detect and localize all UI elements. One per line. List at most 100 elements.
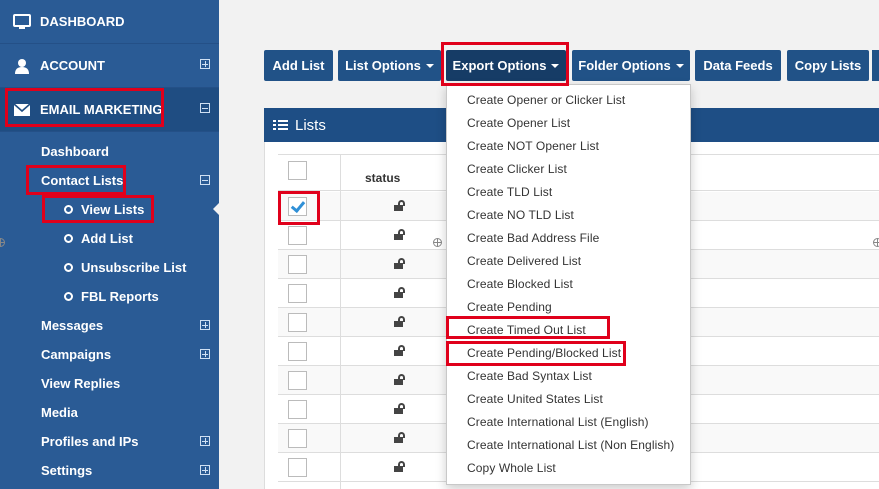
row-checkbox[interactable]: [288, 429, 307, 448]
unlock-icon[interactable]: [394, 461, 406, 472]
expand-icon[interactable]: [200, 349, 210, 359]
menu-item[interactable]: Create Opener or Clicker List: [447, 89, 690, 112]
circle-icon: [64, 292, 73, 301]
menu-item[interactable]: Create Delivered List: [447, 250, 690, 273]
unlock-icon[interactable]: [394, 432, 406, 443]
menu-item[interactable]: Create Bad Syntax List: [447, 365, 690, 388]
nav-add-list[interactable]: Add List: [0, 224, 219, 253]
nav-view-lists[interactable]: View Lists: [0, 195, 219, 224]
sidebar: DASHBOARD ACCOUNT EMAIL MARKETING Dashbo…: [0, 0, 219, 489]
nav-view-lists-label: View Lists: [81, 202, 145, 217]
unlock-icon[interactable]: [394, 200, 406, 211]
unlock-icon[interactable]: [394, 403, 406, 414]
export-options-menu: Create Opener or Clicker List Create Ope…: [446, 84, 691, 485]
circle-icon: [64, 234, 73, 243]
menu-item[interactable]: Create NO TLD List: [447, 204, 690, 227]
list-icon: [273, 120, 288, 130]
menu-item[interactable]: Create Opener List: [447, 112, 690, 135]
nav-email-marketing-label: EMAIL MARKETING: [40, 102, 163, 117]
row-checkbox[interactable]: [288, 284, 307, 303]
nav-add-list-label: Add List: [81, 231, 133, 246]
nav-view-replies-label: View Replies: [41, 376, 121, 391]
menu-item-pending-blocked[interactable]: Create Pending/Blocked List: [447, 342, 690, 365]
add-list-button[interactable]: Add List: [264, 50, 333, 81]
list-options-label: List Options: [345, 58, 421, 73]
menu-item[interactable]: Create International List (English): [447, 411, 690, 434]
nav-settings-label: Settings: [41, 463, 93, 478]
nav-messages[interactable]: Messages: [0, 311, 219, 340]
select-all-checkbox[interactable]: [288, 161, 307, 180]
nav-dashboard-label: DASHBOARD: [40, 14, 125, 29]
row-checkbox[interactable]: [288, 255, 307, 274]
unlock-icon[interactable]: [394, 345, 406, 356]
copy-lists-label: Copy Lists: [794, 58, 862, 73]
row-checkbox[interactable]: [288, 197, 307, 216]
status-column-header[interactable]: status: [365, 171, 400, 185]
nav-unsubscribe-list[interactable]: Unsubscribe List: [0, 253, 219, 282]
nav-settings[interactable]: Settings: [0, 456, 219, 485]
add-list-label: Add List: [272, 58, 325, 73]
nav-unsubscribe-list-label: Unsubscribe List: [81, 260, 187, 275]
nav-account-label: ACCOUNT: [40, 58, 105, 73]
unlock-icon[interactable]: [394, 316, 406, 327]
list-options-button[interactable]: List Options: [338, 50, 441, 81]
collapse-icon[interactable]: [200, 175, 210, 185]
caret-down-icon: [675, 63, 684, 68]
caret-down-icon: [425, 63, 434, 68]
row-checkbox[interactable]: [288, 400, 307, 419]
menu-item[interactable]: Copy Whole List: [447, 457, 690, 480]
crosshair-icon: [433, 238, 442, 247]
row-checkbox[interactable]: [288, 226, 307, 245]
menu-item[interactable]: Create Blocked List: [447, 273, 690, 296]
expand-icon[interactable]: [200, 436, 210, 446]
nav-em-dashboard[interactable]: Dashboard: [0, 137, 219, 166]
nav-profiles-ips[interactable]: Profiles and IPs: [0, 427, 219, 456]
unlock-icon[interactable]: [394, 258, 406, 269]
nav-email-marketing[interactable]: EMAIL MARKETING: [0, 88, 219, 132]
crosshair-icon: [873, 238, 879, 247]
export-options-button[interactable]: Export Options: [446, 50, 566, 81]
nav-account[interactable]: ACCOUNT: [0, 44, 219, 88]
row-checkbox[interactable]: [288, 313, 307, 332]
nav-media[interactable]: Media: [0, 398, 219, 427]
nav-campaigns[interactable]: Campaigns: [0, 340, 219, 369]
nav-contact-lists-label: Contact Lists: [41, 173, 124, 188]
caret-down-icon: [551, 63, 560, 68]
row-checkbox[interactable]: [288, 342, 307, 361]
menu-item[interactable]: Create International List (Non English): [447, 434, 690, 457]
collapse-icon[interactable]: [200, 103, 210, 113]
active-indicator: [213, 203, 219, 215]
data-feeds-label: Data Feeds: [703, 58, 773, 73]
folder-options-button[interactable]: Folder Options: [572, 50, 690, 81]
menu-item[interactable]: Create TLD List: [447, 181, 690, 204]
unlock-icon[interactable]: [394, 287, 406, 298]
menu-item[interactable]: Create United States List: [447, 388, 690, 411]
unlock-icon[interactable]: [394, 229, 406, 240]
expand-icon[interactable]: [200, 320, 210, 330]
nav-fbl-reports-label: FBL Reports: [81, 289, 159, 304]
nav-dashboard[interactable]: DASHBOARD: [0, 0, 219, 44]
nav-fbl-reports[interactable]: FBL Reports: [0, 282, 219, 311]
expand-icon[interactable]: [200, 59, 210, 69]
export-options-label: Export Options: [452, 58, 547, 73]
menu-item[interactable]: Create Clicker List: [447, 158, 690, 181]
nav-contact-lists[interactable]: Contact Lists: [0, 166, 219, 195]
panel-title: Lists: [295, 116, 326, 134]
nav-media-label: Media: [41, 405, 78, 420]
row-checkbox[interactable]: [288, 458, 307, 477]
row-checkbox[interactable]: [288, 371, 307, 390]
column-divider: [340, 154, 341, 489]
menu-item[interactable]: Create Bad Address File: [447, 227, 690, 250]
envelope-icon: [12, 101, 32, 119]
nav-view-replies[interactable]: View Replies: [0, 369, 219, 398]
menu-item-timed-out[interactable]: Create Timed Out List: [447, 319, 690, 342]
copy-lists-button[interactable]: Copy Lists: [787, 50, 869, 81]
menu-item[interactable]: Create NOT Opener List: [447, 135, 690, 158]
user-icon: [12, 57, 32, 75]
expand-icon[interactable]: [200, 465, 210, 475]
nav-em-dashboard-label: Dashboard: [41, 144, 109, 159]
more-button-edge[interactable]: [872, 50, 879, 81]
unlock-icon[interactable]: [394, 374, 406, 385]
menu-item[interactable]: Create Pending: [447, 296, 690, 319]
data-feeds-button[interactable]: Data Feeds: [695, 50, 781, 81]
